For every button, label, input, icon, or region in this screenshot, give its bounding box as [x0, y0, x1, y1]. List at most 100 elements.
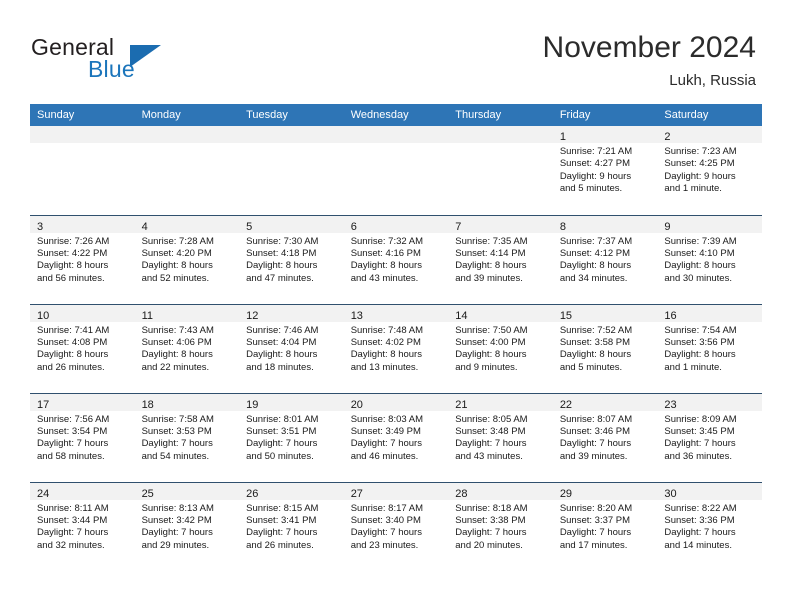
day-number: 23 [664, 398, 677, 411]
day-cell-content: 1 Sunrise: 7:21 AM Sunset: 4:27 PM Daylight… [552, 126, 658, 215]
sunrise-text: Sunrise: 7:39 AM [664, 235, 737, 247]
day-number-band: 29 [552, 482, 658, 500]
calendar-day-cell[interactable] [30, 126, 135, 215]
day-number: 12 [246, 309, 259, 322]
sunrise-text: Sunrise: 7:23 AM [664, 146, 737, 157]
calendar-day-cell[interactable] [343, 126, 449, 215]
day-number-band: 8 [552, 215, 658, 233]
calendar-day-cell[interactable]: 22 Sunrise: 8:07 AM Sunset: 3:46 PM Dayligh… [552, 392, 658, 482]
day-number: 7 [455, 220, 462, 233]
calendar-day-cell[interactable]: 10 Sunrise: 7:41 AM Sunset: 4:08 PM Dayligh… [30, 303, 135, 393]
calendar-week-row: 1 Sunrise: 7:21 AM Sunset: 4:27 PM Daylight… [30, 126, 762, 215]
calendar-day-cell[interactable]: 25 Sunrise: 8:13 AM Sunset: 3:42 PM Dayligh… [134, 481, 240, 571]
calendar-day-cell[interactable]: 8 Sunrise: 7:37 AM Sunset: 4:12 PM Daylight… [552, 214, 658, 304]
calendar-day-cell[interactable]: 3 Sunrise: 7:26 AM Sunset: 4:22 PM Daylight… [30, 214, 135, 304]
logo-text-blue: Blue [88, 56, 135, 82]
day-number-band: 10 [30, 304, 135, 322]
sunrise-text: Sunrise: 8:01 AM [246, 413, 319, 425]
day-number: 1 [559, 131, 566, 143]
sunset-text: Sunset: 3:45 PM [664, 425, 735, 437]
sunset-text: Sunset: 4:25 PM [664, 158, 735, 170]
day-number-band [239, 126, 344, 143]
calendar-day-cell[interactable]: 18 Sunrise: 7:58 AM Sunset: 3:53 PM Dayligh… [134, 392, 240, 482]
calendar-day-cell[interactable]: 20 Sunrise: 8:03 AM Sunset: 3:49 PM Dayligh… [343, 392, 449, 482]
weekday-header-sunday: Sunday [30, 104, 135, 126]
daylight-text-line2: and 14 minutes. [664, 539, 732, 551]
sunrise-text: Sunrise: 7:41 AM [37, 324, 110, 336]
day-cell-content: 3 Sunrise: 7:26 AM Sunset: 4:22 PM Daylight… [30, 215, 135, 304]
daylight-text-line2: and 1 minute. [664, 183, 722, 195]
daylight-text-line1: Daylight: 7 hours [350, 438, 422, 450]
day-cell-content: 25 Sunrise: 8:13 AM Sunset: 3:42 PM Dayligh… [134, 482, 240, 571]
daylight-text-line1: Daylight: 8 hours [350, 260, 422, 272]
calendar-day-cell[interactable]: 29 Sunrise: 8:20 AM Sunset: 3:37 PM Dayligh… [552, 481, 658, 571]
calendar-day-cell[interactable]: 16 Sunrise: 7:54 AM Sunset: 3:56 PM Dayligh… [657, 303, 762, 393]
weekday-header-friday: Friday [552, 104, 658, 126]
calendar-day-cell[interactable]: 1 Sunrise: 7:21 AM Sunset: 4:27 PM Daylight… [552, 126, 658, 215]
calendar-day-cell[interactable]: 23 Sunrise: 8:09 AM Sunset: 3:45 PM Dayligh… [657, 392, 762, 482]
sunset-text: Sunset: 4:04 PM [246, 336, 317, 348]
calendar-day-cell[interactable] [239, 126, 344, 215]
calendar-day-cell[interactable]: 11 Sunrise: 7:43 AM Sunset: 4:06 PM Dayligh… [134, 303, 240, 393]
sunset-text: Sunset: 3:42 PM [141, 514, 212, 526]
daylight-text-line1: Daylight: 7 hours [455, 438, 527, 450]
calendar-day-cell[interactable]: 12 Sunrise: 7:46 AM Sunset: 4:04 PM Dayligh… [239, 303, 344, 393]
sunrise-text: Sunrise: 7:52 AM [559, 324, 633, 336]
calendar-day-cell[interactable] [134, 126, 240, 215]
calendar-day-cell[interactable]: 9 Sunrise: 7:39 AM Sunset: 4:10 PM Daylight… [657, 214, 762, 304]
calendar-day-cell[interactable]: 14 Sunrise: 7:50 AM Sunset: 4:00 PM Dayligh… [448, 303, 553, 393]
sunset-text: Sunset: 3:41 PM [246, 514, 317, 526]
calendar-day-cell[interactable]: 30 Sunrise: 8:22 AM Sunset: 3:36 PM Dayligh… [657, 481, 762, 571]
day-number: 14 [455, 309, 468, 322]
day-number-band: 9 [657, 215, 762, 233]
day-details: Sunrise: 7:41 AM Sunset: 4:08 PM Daylight:… [30, 322, 135, 375]
daylight-text-line1: Daylight: 8 hours [350, 349, 422, 361]
sunset-text: Sunset: 3:38 PM [455, 514, 526, 526]
calendar-day-cell[interactable]: 27 Sunrise: 8:17 AM Sunset: 3:40 PM Dayligh… [343, 481, 449, 571]
calendar-day-cell[interactable]: 24 Sunrise: 8:11 AM Sunset: 3:44 PM Dayligh… [30, 481, 135, 571]
sunrise-text: Sunrise: 7:37 AM [559, 235, 633, 247]
day-number-band: 12 [239, 304, 344, 322]
calendar-day-cell[interactable]: 2 Sunrise: 7:23 AM Sunset: 4:25 PM Daylight… [657, 126, 762, 215]
daylight-text-line1: Daylight: 8 hours [455, 349, 527, 361]
sunrise-text: Sunrise: 8:03 AM [350, 413, 424, 425]
calendar-day-cell[interactable]: 15 Sunrise: 7:52 AM Sunset: 3:58 PM Dayligh… [552, 303, 658, 393]
sunset-text: Sunset: 4:22 PM [37, 247, 108, 259]
daylight-text-line1: Daylight: 7 hours [37, 438, 109, 450]
day-details: Sunrise: 7:23 AM Sunset: 4:25 PM Daylight:… [657, 143, 762, 196]
calendar-day-cell[interactable]: 28 Sunrise: 8:18 AM Sunset: 3:38 PM Dayligh… [448, 481, 553, 571]
daylight-text-line2: and 47 minutes. [246, 272, 314, 284]
day-cell-content: 8 Sunrise: 7:37 AM Sunset: 4:12 PM Daylight… [552, 215, 658, 304]
calendar-day-cell[interactable]: 19 Sunrise: 8:01 AM Sunset: 3:51 PM Dayligh… [239, 392, 344, 482]
calendar-day-cell[interactable]: 4 Sunrise: 7:28 AM Sunset: 4:20 PM Daylight… [134, 214, 240, 304]
daylight-text-line2: and 54 minutes. [141, 450, 210, 462]
calendar-day-cell[interactable]: 21 Sunrise: 8:05 AM Sunset: 3:48 PM Dayligh… [448, 392, 553, 482]
sunrise-text: Sunrise: 8:13 AM [141, 502, 214, 514]
calendar-day-cell[interactable]: 17 Sunrise: 7:56 AM Sunset: 3:54 PM Dayligh… [30, 392, 135, 482]
day-details: Sunrise: 8:17 AM Sunset: 3:40 PM Daylight:… [344, 500, 449, 553]
calendar-day-cell[interactable]: 6 Sunrise: 7:32 AM Sunset: 4:16 PM Daylight… [343, 214, 449, 304]
calendar-day-cell[interactable]: 5 Sunrise: 7:30 AM Sunset: 4:18 PM Daylight… [239, 214, 344, 304]
calendar-day-cell[interactable]: 7 Sunrise: 7:35 AM Sunset: 4:14 PM Daylight… [448, 214, 553, 304]
general-blue-logo[interactable]: General Blue [31, 34, 211, 90]
sunrise-text: Sunrise: 8:05 AM [455, 413, 528, 425]
day-number: 3 [37, 220, 44, 233]
day-cell-content: 11 Sunrise: 7:43 AM Sunset: 4:06 PM Dayligh… [134, 304, 240, 393]
sunrise-text: Sunrise: 8:11 AM [37, 502, 109, 514]
daylight-text-line1: Daylight: 7 hours [141, 438, 213, 450]
calendar-day-cell[interactable] [448, 126, 553, 215]
day-cell-content: 14 Sunrise: 7:50 AM Sunset: 4:00 PM Dayligh… [448, 304, 553, 393]
day-number-band: 19 [239, 393, 344, 411]
daylight-text-line2: and 43 minutes. [350, 272, 419, 284]
calendar-day-cell[interactable]: 13 Sunrise: 7:48 AM Sunset: 4:02 PM Dayligh… [343, 303, 449, 393]
day-number-band: 7 [448, 215, 553, 233]
day-cell-content: 10 Sunrise: 7:41 AM Sunset: 4:08 PM Dayligh… [30, 304, 135, 393]
sunrise-text: Sunrise: 8:15 AM [246, 502, 319, 514]
daylight-text-line1: Daylight: 7 hours [559, 438, 632, 450]
day-cell-content: 2 Sunrise: 7:23 AM Sunset: 4:25 PM Daylight… [657, 126, 762, 215]
sunset-text: Sunset: 3:37 PM [559, 514, 631, 526]
day-details: Sunrise: 8:15 AM Sunset: 3:41 PM Daylight:… [239, 500, 344, 553]
calendar-day-cell[interactable]: 26 Sunrise: 8:15 AM Sunset: 3:41 PM Dayligh… [239, 481, 344, 571]
day-number-band: 18 [134, 393, 240, 411]
daylight-text-line2: and 30 minutes. [664, 272, 732, 284]
